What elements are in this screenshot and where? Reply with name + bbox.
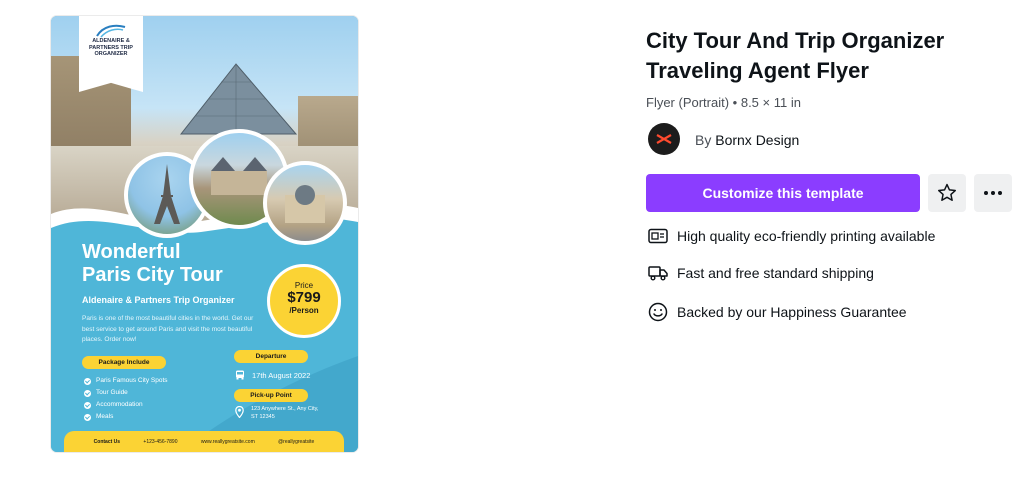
feature-label: Backed by our Happiness Guarantee	[677, 304, 907, 320]
truck-icon	[648, 266, 668, 281]
pickup-address-text: 123 Anywhere St., Any City, ST 12345	[251, 406, 319, 420]
more-horizontal-icon	[984, 191, 1002, 195]
smile-icon	[648, 302, 668, 322]
flyer-subtitle: Aldenaire & Partners Trip Organizer	[82, 295, 235, 305]
author-line: By Bornx Design	[695, 132, 799, 148]
check-icon	[84, 413, 91, 421]
template-title: City Tour And Trip Organizer Traveling A…	[646, 28, 945, 83]
pickup-heading: Pick-up Point	[234, 389, 308, 402]
dome-building-icon	[285, 185, 325, 223]
price-value: $799	[287, 289, 321, 306]
author-avatar[interactable]	[648, 123, 680, 155]
more-options-button[interactable]	[974, 174, 1012, 212]
swoosh-logo-icon	[96, 24, 126, 38]
check-icon	[84, 377, 91, 385]
feature-label: Fast and free standard shipping	[677, 265, 874, 281]
footer-contact-label: Contact Us	[93, 438, 121, 445]
flyer-footer: Contact Us +123-456-7890 www.reallygreat…	[64, 431, 344, 452]
location-pin-icon	[235, 406, 244, 418]
list-item: Paris Famous City Spots	[84, 375, 168, 387]
flyer-title-line2: Paris City Tour	[82, 264, 223, 286]
price-unit: /Person	[289, 306, 319, 315]
package-item-label: Paris Famous City Spots	[96, 377, 168, 384]
author-name-link[interactable]: Bornx Design	[715, 132, 799, 148]
list-item: Meals	[84, 411, 168, 423]
flyer-description: Paris is one of the most beautiful citie…	[82, 315, 254, 343]
list-item: Tour Guide	[84, 387, 168, 399]
logo-ribbon: ALDENAIRE & PARTNERS TRIP ORGANIZER	[79, 16, 143, 92]
departure-heading: Departure	[234, 350, 308, 363]
feature-shipping: Fast and free standard shipping	[648, 265, 874, 281]
customize-template-button[interactable]: Customize this template	[646, 174, 920, 212]
printing-icon	[648, 228, 668, 244]
favorite-button[interactable]	[928, 174, 966, 212]
footer-website: www.reallygreatsite.com	[200, 438, 255, 445]
check-icon	[84, 389, 91, 397]
author-prefix: By	[695, 132, 712, 148]
flyer-preview[interactable]: ALDENAIRE & PARTNERS TRIP ORGANIZER Wond…	[51, 16, 358, 452]
package-item-label: Meals	[96, 413, 114, 420]
package-list: Paris Famous City Spots Tour Guide Accom…	[84, 375, 168, 423]
feature-printing: High quality eco-friendly printing avail…	[648, 228, 935, 244]
flyer-title-line1: Wonderful	[82, 241, 181, 263]
pickup-address: 123 Anywhere St., Any City, ST 12345	[235, 406, 323, 421]
package-heading: Package Include	[82, 356, 166, 369]
bornx-logo-icon	[656, 134, 672, 144]
package-item-label: Accommodation	[96, 401, 143, 408]
flyer-title: Wonderful Paris City Tour	[82, 241, 282, 287]
footer-phone: +123-456-7890	[143, 438, 178, 445]
bordeaux-building-photo	[263, 161, 347, 245]
package-item-label: Tour Guide	[96, 389, 128, 396]
star-icon	[938, 183, 956, 201]
departure-date-text: 17th August 2022	[252, 370, 311, 380]
price-badge: Price $799 /Person	[267, 264, 341, 338]
feature-label: High quality eco-friendly printing avail…	[677, 228, 936, 244]
list-item: Accommodation	[84, 399, 168, 411]
ribbon-company-name: ALDENAIRE & PARTNERS TRIP ORGANIZER	[89, 38, 133, 57]
departure-date: 17th August 2022	[235, 370, 310, 380]
bus-icon	[236, 370, 244, 380]
feature-guarantee: Backed by our Happiness Guarantee	[648, 302, 907, 322]
footer-social: @reallygreatsite	[278, 438, 315, 445]
check-icon	[84, 401, 91, 409]
template-meta: Flyer (Portrait) • 8.5 × 11 in	[646, 95, 801, 110]
